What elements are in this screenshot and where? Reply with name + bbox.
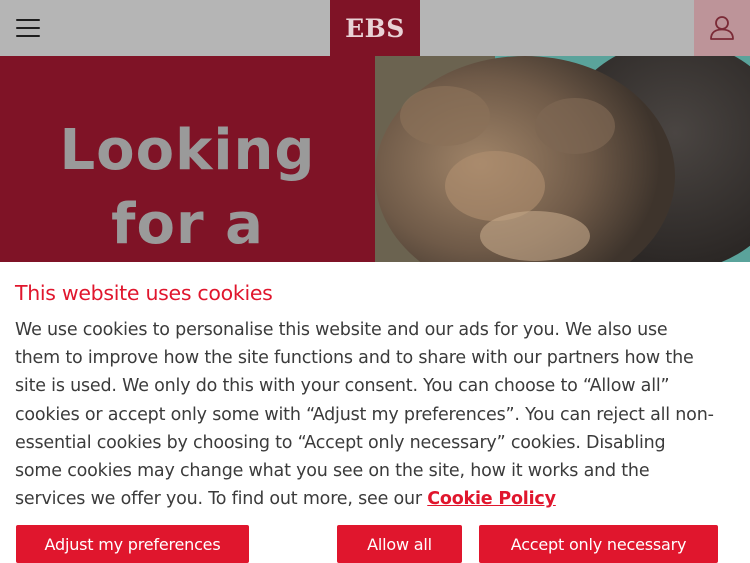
menu-bar: [16, 19, 40, 21]
hero-heading-line-1: Looking: [59, 118, 316, 183]
adjust-preferences-button[interactable]: Adjust my preferences: [16, 525, 249, 563]
allow-all-button[interactable]: Allow all: [337, 525, 462, 563]
account-button[interactable]: [694, 0, 750, 56]
hero-image: [375, 56, 750, 262]
menu-bar: [16, 27, 40, 29]
site-header: EBS: [0, 0, 750, 56]
accept-only-necessary-button[interactable]: Accept only necessary: [479, 525, 718, 563]
cookie-policy-link[interactable]: Cookie Policy: [427, 489, 556, 509]
cookie-banner-description: We use cookies to personalise this websi…: [15, 316, 715, 513]
hero-heading-line-2: for a: [111, 192, 264, 257]
hamburger-menu-icon[interactable]: [16, 19, 40, 37]
ebs-logo[interactable]: EBS: [330, 0, 420, 56]
hero-photo: [375, 56, 750, 262]
cookie-banner-title: This website uses cookies: [15, 281, 273, 305]
menu-bar: [16, 35, 40, 37]
hero-panel: Looking for a: [0, 56, 375, 262]
cookie-banner-body-text: We use cookies to personalise this websi…: [15, 320, 714, 510]
user-icon: [710, 16, 734, 40]
hero-heading: Looking for a: [0, 114, 375, 262]
cookie-banner: This website uses cookies We use cookies…: [0, 262, 750, 563]
